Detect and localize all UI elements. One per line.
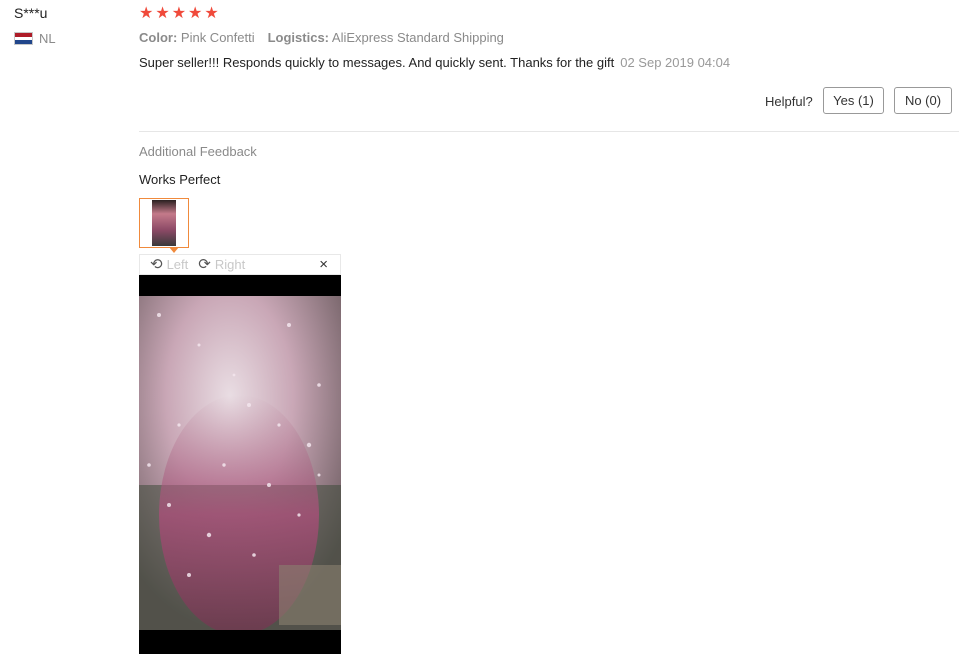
helpful-no-button[interactable]: No (0): [894, 87, 952, 114]
rotate-left-label: Left: [166, 257, 189, 272]
color-info: Color: Pink Confetti: [139, 30, 255, 45]
feedback-photo-large: [139, 275, 341, 654]
star-icon: ★: [139, 5, 154, 22]
additional-feedback-title: Additional Feedback: [139, 144, 257, 159]
rotate-left-button[interactable]: ⟲ Left: [150, 257, 188, 272]
star-icon: ★: [171, 5, 187, 22]
thumbnail-image: [152, 200, 176, 246]
additional-feedback-text: Works Perfect: [139, 172, 221, 187]
rotate-right-label: Right: [214, 257, 246, 272]
rotate-right-icon: ⟳: [198, 256, 211, 273]
rotate-left-icon: ⟲: [150, 256, 163, 273]
star-icon: ★: [204, 5, 219, 22]
helpful-label: Helpful?: [765, 94, 813, 109]
reviewer-name: S***u: [14, 5, 48, 21]
thumbnail-caret: [169, 247, 179, 253]
order-meta: Color: Pink Confetti Logistics: AliExpre…: [139, 30, 504, 45]
rotate-right-button[interactable]: ⟳ Right: [198, 257, 245, 272]
confetti-photo-image: [139, 275, 341, 654]
feedback-photo-thumbnail[interactable]: [139, 198, 189, 248]
review-text-line: Super seller!!! Responds quickly to mess…: [139, 55, 730, 70]
star-rating: ★ ★ ★ ★ ★: [139, 5, 219, 23]
reviewer-country: NL: [14, 31, 56, 46]
helpful-yes-button[interactable]: Yes (1): [823, 87, 884, 114]
review-date: 02 Sep 2019 04:04: [620, 55, 731, 70]
star-icon: ★: [188, 5, 203, 22]
review-text: Super seller!!! Responds quickly to mess…: [139, 55, 615, 70]
star-icon: ★: [155, 5, 170, 22]
divider: [139, 131, 959, 132]
logistics-info: Logistics: AliExpress Standard Shipping: [267, 30, 504, 45]
country-code: NL: [39, 31, 56, 46]
close-icon[interactable]: ×: [319, 256, 328, 273]
image-viewer-toolbar: ⟲ Left ⟳ Right ×: [139, 254, 341, 275]
netherlands-flag-icon: [14, 32, 33, 45]
